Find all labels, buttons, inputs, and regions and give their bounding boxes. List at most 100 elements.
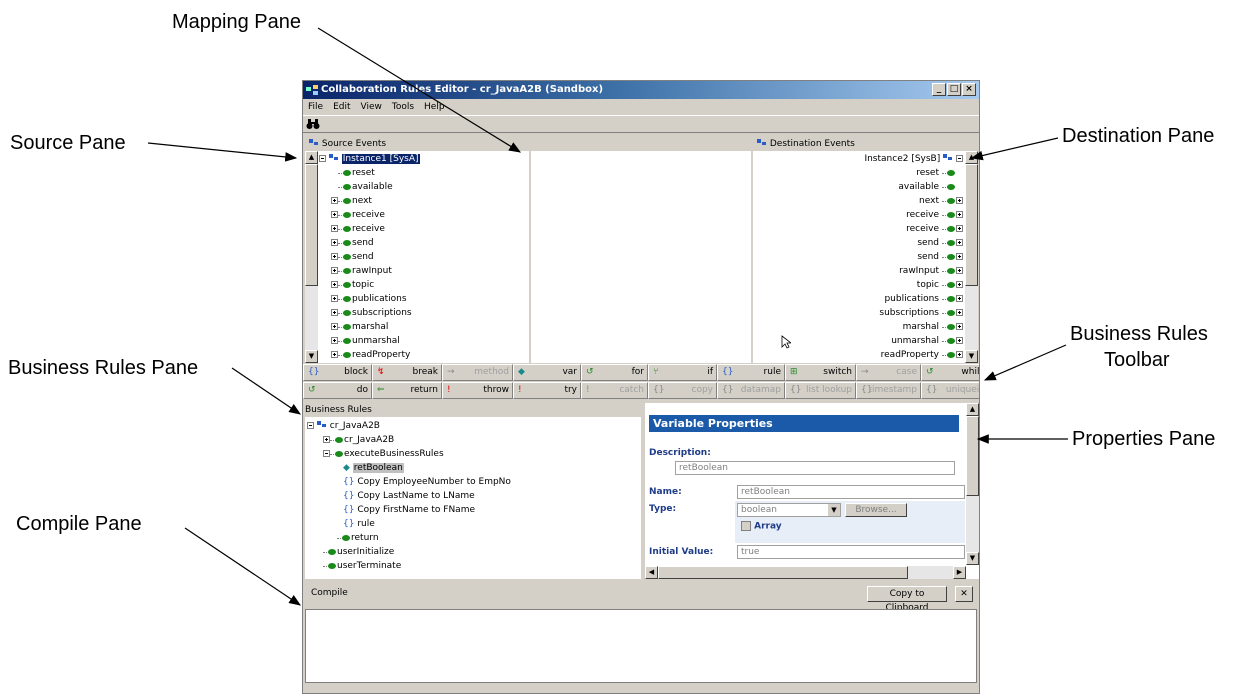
- rules-item-copy3[interactable]: {} Copy FirstName to FName: [343, 503, 475, 517]
- source-root-item[interactable]: Instance1 [SysA]: [319, 152, 420, 166]
- scroll-thumb[interactable]: [966, 416, 979, 496]
- destination-event-item[interactable]: receive: [906, 208, 963, 222]
- source-event-item[interactable]: reset: [331, 166, 375, 180]
- close-compile-button[interactable]: ✕: [955, 586, 973, 602]
- toolbar-button-catch[interactable]: ! catch: [581, 382, 648, 399]
- expand-toggle[interactable]: [956, 225, 963, 232]
- scroll-down-button[interactable]: ▼: [305, 350, 318, 363]
- initial-value-field[interactable]: true: [737, 545, 965, 559]
- menu-edit[interactable]: Edit: [328, 99, 355, 115]
- collapse-toggle[interactable]: [956, 155, 963, 162]
- menu-tools[interactable]: Tools: [387, 99, 419, 115]
- destination-event-item[interactable]: send: [917, 236, 963, 250]
- destination-event-item[interactable]: publications: [884, 292, 963, 306]
- expand-toggle[interactable]: [956, 197, 963, 204]
- menu-help[interactable]: Help: [419, 99, 450, 115]
- maximize-button[interactable]: □: [947, 83, 961, 96]
- expand-toggle[interactable]: [956, 239, 963, 246]
- rules-item-userterminate[interactable]: userTerminate: [323, 559, 401, 573]
- source-event-item[interactable]: readProperty: [331, 348, 410, 362]
- properties-vscrollbar[interactable]: ▲ ▼: [966, 403, 979, 565]
- rules-item-userinitialize[interactable]: userInitialize: [323, 545, 394, 559]
- close-button[interactable]: ×: [962, 83, 976, 96]
- expand-toggle[interactable]: [956, 281, 963, 288]
- destination-event-item[interactable]: readProperty: [881, 348, 963, 362]
- source-event-item[interactable]: topic: [331, 278, 374, 292]
- scroll-down-button[interactable]: ▼: [966, 552, 979, 565]
- rules-item-execute[interactable]: executeBusinessRules: [323, 447, 444, 461]
- rules-item-constructor[interactable]: cr_JavaA2B: [323, 433, 394, 447]
- rules-item-copy1[interactable]: {} Copy EmployeeNumber to EmpNo: [343, 475, 511, 489]
- minimize-button[interactable]: _: [932, 83, 946, 96]
- destination-event-item[interactable]: next: [919, 194, 963, 208]
- browse-button[interactable]: Browse...: [845, 503, 907, 517]
- toolbar-button-try[interactable]: ! try: [513, 382, 581, 399]
- destination-event-item[interactable]: rawInput: [899, 264, 963, 278]
- menu-view[interactable]: View: [356, 99, 387, 115]
- source-event-item[interactable]: marshal: [331, 320, 388, 334]
- destination-event-item[interactable]: receive: [906, 222, 963, 236]
- expand-toggle[interactable]: [956, 323, 963, 330]
- source-event-item[interactable]: rawInput: [331, 264, 392, 278]
- expand-toggle[interactable]: [331, 253, 338, 260]
- toolbar-button-datamap[interactable]: {} datamap: [717, 382, 785, 399]
- array-checkbox[interactable]: [741, 521, 751, 531]
- scroll-down-button[interactable]: ▼: [965, 350, 978, 363]
- rules-item-return[interactable]: return: [337, 531, 379, 545]
- scroll-up-button[interactable]: ▲: [305, 151, 318, 164]
- source-event-item[interactable]: send: [331, 250, 374, 264]
- destination-root-item[interactable]: Instance2 [SysB]: [864, 152, 963, 166]
- expand-toggle[interactable]: [956, 267, 963, 274]
- expand-toggle[interactable]: [331, 323, 338, 330]
- toolbar-button-throw[interactable]: ! throw: [442, 382, 513, 399]
- rules-root-item[interactable]: cr_JavaA2B: [307, 419, 380, 433]
- expand-toggle[interactable]: [331, 225, 338, 232]
- rules-item-rule[interactable]: {} rule: [343, 517, 375, 531]
- scroll-right-button[interactable]: ▶: [953, 566, 966, 579]
- binoculars-icon[interactable]: [306, 118, 320, 130]
- type-select[interactable]: boolean ▼: [737, 503, 841, 517]
- expand-toggle[interactable]: [331, 295, 338, 302]
- source-event-item[interactable]: unmarshal: [331, 334, 400, 348]
- expand-toggle[interactable]: [331, 267, 338, 274]
- source-event-item[interactable]: subscriptions: [331, 306, 412, 320]
- title-bar[interactable]: Collaboration Rules Editor - cr_JavaA2B …: [303, 81, 979, 99]
- toolbar-button-break[interactable]: ↯ break: [372, 364, 442, 381]
- compile-output-pane[interactable]: [305, 609, 977, 683]
- array-checkbox-row[interactable]: Array: [741, 521, 782, 532]
- expand-toggle[interactable]: [331, 337, 338, 344]
- collapse-toggle[interactable]: [307, 422, 314, 429]
- expand-toggle[interactable]: [331, 197, 338, 204]
- toolbar-button-var[interactable]: ◆ var: [513, 364, 581, 381]
- destination-event-item[interactable]: topic: [917, 278, 963, 292]
- source-event-item[interactable]: available: [331, 180, 393, 194]
- expand-toggle[interactable]: [331, 211, 338, 218]
- copy-to-clipboard-button[interactable]: Copy to Clipboard: [867, 586, 947, 613]
- destination-event-item[interactable]: marshal: [903, 320, 963, 334]
- expand-toggle[interactable]: [323, 436, 330, 443]
- rules-item-copy2[interactable]: {} Copy LastName to LName: [343, 489, 475, 503]
- expand-toggle[interactable]: [956, 351, 963, 358]
- toolbar-button-method[interactable]: → method: [442, 364, 513, 381]
- destination-scrollbar[interactable]: ▲ ▼: [965, 151, 978, 363]
- destination-event-item[interactable]: reset: [916, 166, 963, 180]
- expand-toggle[interactable]: [956, 337, 963, 344]
- toolbar-button-timestamp[interactable]: {} timestamp: [856, 382, 921, 399]
- source-event-item[interactable]: send: [331, 236, 374, 250]
- source-scrollbar[interactable]: ▲ ▼: [305, 151, 318, 363]
- scroll-thumb[interactable]: [965, 164, 978, 286]
- expand-toggle[interactable]: [331, 281, 338, 288]
- source-event-item[interactable]: receive: [331, 222, 385, 236]
- toolbar-button-list-lookup[interactable]: {} list lookup: [785, 382, 856, 399]
- toolbar-button-while[interactable]: ↺ while: [921, 364, 979, 381]
- chevron-down-icon[interactable]: ▼: [828, 504, 840, 516]
- toolbar-button-do[interactable]: ↺ do: [303, 382, 372, 399]
- scroll-up-button[interactable]: ▲: [965, 151, 978, 164]
- destination-event-item[interactable]: subscriptions: [879, 306, 963, 320]
- collapse-toggle[interactable]: [319, 155, 326, 162]
- expand-toggle[interactable]: [956, 295, 963, 302]
- expand-toggle[interactable]: [331, 239, 338, 246]
- properties-hscrollbar[interactable]: ◀ ▶: [645, 566, 966, 579]
- toolbar-button-switch[interactable]: ⊞ switch: [785, 364, 856, 381]
- expand-toggle[interactable]: [331, 351, 338, 358]
